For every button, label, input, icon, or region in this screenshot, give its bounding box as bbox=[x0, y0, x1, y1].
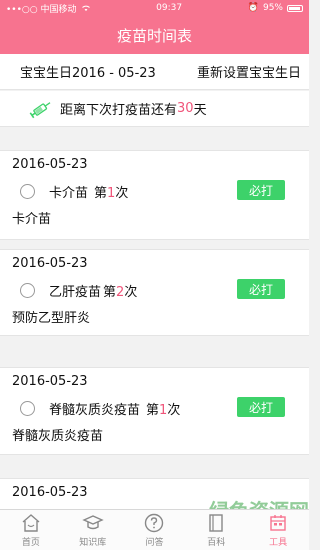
nav-bar: 疫苗时间表 bbox=[0, 16, 309, 54]
graduation-cap-icon bbox=[81, 515, 104, 530]
vaccine-row: 乙肝疫苗 第2次 必打 bbox=[20, 279, 285, 301]
vaccine-checkbox[interactable] bbox=[20, 282, 35, 298]
vaccine-card: 2016-05-23 乙肝疫苗 第2次 必打 预防乙型肝炎 bbox=[0, 249, 309, 336]
alarm-icon: ⏰ bbox=[247, 3, 259, 13]
battery-icon bbox=[286, 4, 303, 12]
tab-qa-label: 问答 bbox=[145, 538, 164, 548]
vaccine-row: 卡介苗 第1次 必打 bbox=[20, 180, 285, 202]
status-time: 09:37 bbox=[156, 3, 183, 13]
tab-encyclopedia[interactable]: 百科 bbox=[185, 510, 247, 550]
question-icon bbox=[145, 513, 164, 533]
calendar-icon bbox=[270, 515, 286, 531]
required-badge[interactable]: 必打 bbox=[237, 279, 285, 299]
countdown-suffix: 天 bbox=[193, 103, 207, 118]
tab-home-label: 首页 bbox=[21, 538, 40, 548]
vaccine-checkbox[interactable] bbox=[20, 183, 35, 199]
tab-home[interactable]: 首页 bbox=[0, 510, 62, 550]
vaccine-row: 脊髓灰质炎疫苗 第1次 必打 bbox=[20, 397, 285, 419]
countdown-prefix: 距离下次打疫苗还有 bbox=[60, 103, 178, 118]
vaccine-date: 2016-05-23 bbox=[12, 374, 88, 389]
vaccine-description: 卡介苗 bbox=[12, 212, 52, 227]
page-title: 疫苗时间表 bbox=[116, 26, 192, 45]
vaccine-card: 2016-05-23 卡介苗 第1次 必打 卡介苗 bbox=[0, 150, 309, 240]
tab-tools[interactable]: 工具 bbox=[247, 510, 309, 550]
vaccine-name: 卡介苗 bbox=[49, 185, 89, 201]
vaccine-description: 脊髓灰质炎疫苗 bbox=[12, 429, 104, 444]
tab-knowledge-label: 知识库 bbox=[79, 538, 107, 548]
vaccine-name: 乙肝疫苗 bbox=[49, 284, 102, 300]
tab-tools-label: 工具 bbox=[269, 538, 288, 548]
syringe-icon bbox=[29, 101, 51, 118]
wifi-icon bbox=[81, 5, 90, 11]
required-badge[interactable]: 必打 bbox=[237, 397, 285, 417]
vaccine-date: 2016-05-23 bbox=[12, 256, 88, 271]
carrier-text: •••○○ 中国移动 bbox=[6, 4, 77, 15]
book-icon bbox=[209, 514, 223, 532]
home-icon bbox=[22, 514, 40, 532]
required-badge[interactable]: 必打 bbox=[237, 180, 285, 200]
birthday-label: 宝宝生日2016 - 05-23 bbox=[20, 66, 156, 81]
status-bar: •••○○ 中国移动 09:37 ⏰ 95% bbox=[0, 0, 309, 16]
tab-knowledge[interactable]: 知识库 bbox=[62, 510, 124, 550]
vaccine-dose: 第1次 bbox=[94, 185, 129, 201]
vaccine-checkbox[interactable] bbox=[20, 400, 35, 416]
vaccine-date: 2016-05-23 bbox=[12, 157, 88, 172]
tab-bar: 首页 知识库 问答 百科 工具 bbox=[0, 509, 309, 550]
vaccine-name: 脊髓灰质炎疫苗 bbox=[49, 402, 141, 418]
vaccine-date: 2016-05-23 bbox=[12, 485, 88, 500]
tab-encyclopedia-label: 百科 bbox=[207, 538, 226, 548]
vaccine-dose: 第1次 bbox=[146, 402, 181, 418]
reset-birthday-button[interactable]: 重新设置宝宝生日 bbox=[197, 62, 301, 81]
birthday-row: 宝宝生日2016 - 05-23 重新设置宝宝生日 bbox=[0, 54, 309, 90]
tab-qa[interactable]: 问答 bbox=[124, 510, 186, 550]
vaccine-description: 预防乙型肝炎 bbox=[12, 311, 91, 326]
countdown-days: 30 bbox=[177, 101, 194, 116]
vaccine-dose: 第2次 bbox=[103, 284, 138, 300]
vaccine-card: 2016-05-23 脊髓灰质炎疫苗 第1次 必打 脊髓灰质炎疫苗 bbox=[0, 367, 309, 455]
battery-percent: 95% bbox=[262, 3, 283, 13]
countdown-row: 距离下次打疫苗还有 30 天 bbox=[0, 91, 309, 127]
